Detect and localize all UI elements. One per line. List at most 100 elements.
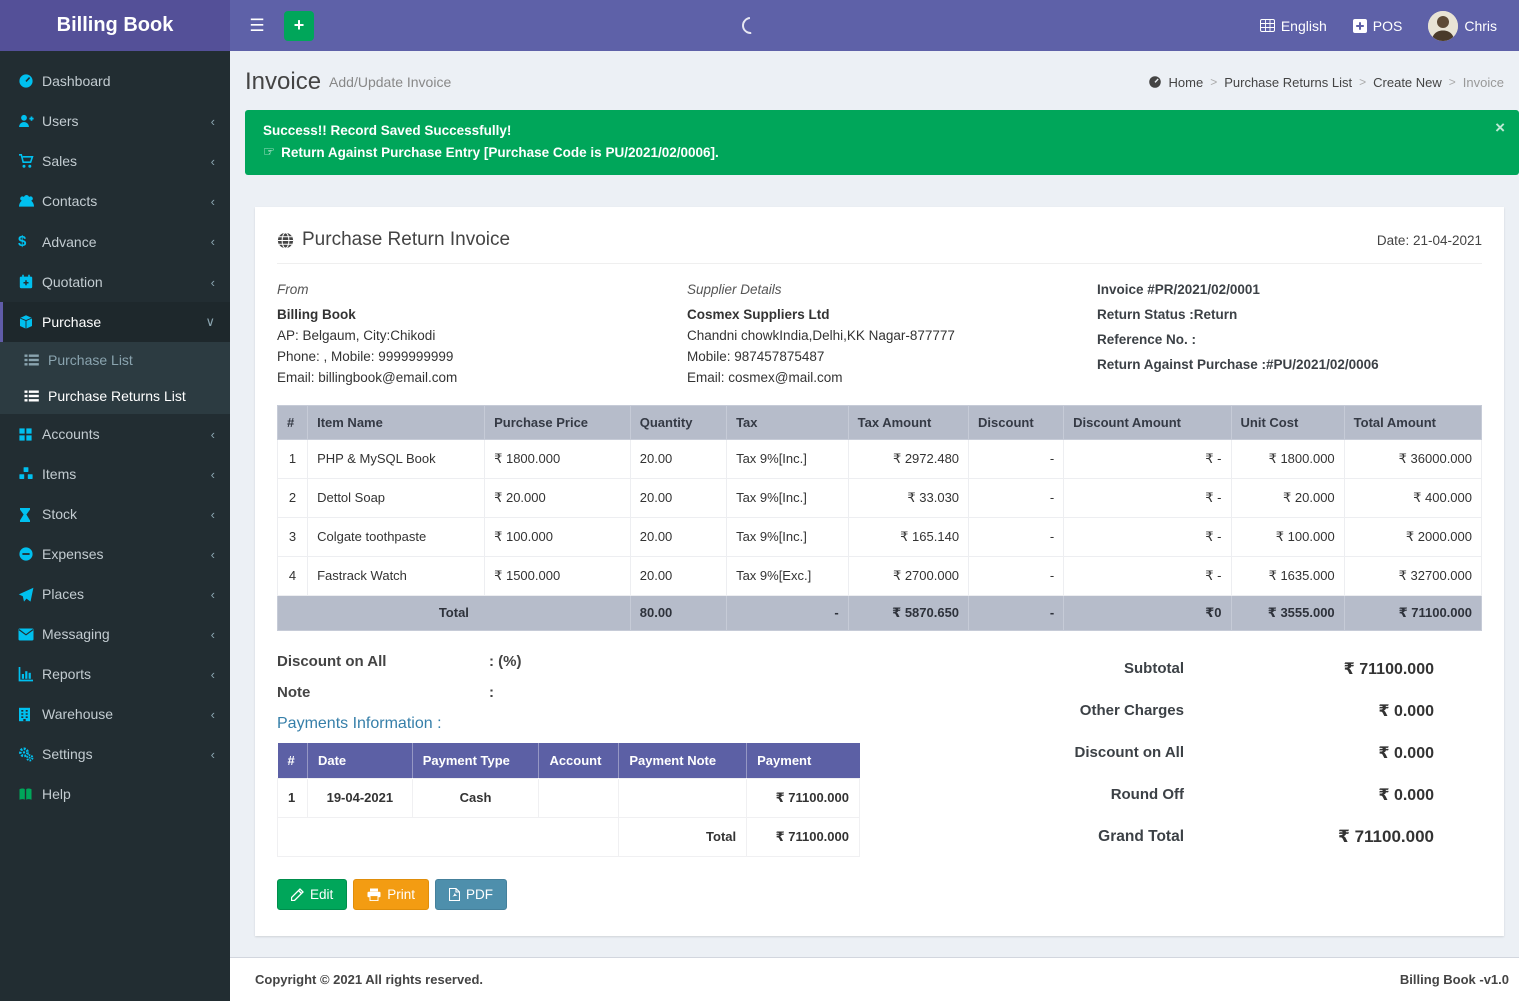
supplier-address: Chandni chowkIndia,Delhi,KK Nagar-877777	[687, 326, 1097, 347]
list-icon	[24, 389, 48, 403]
payments-information-title: Payments Information :	[277, 715, 897, 733]
language-label: English	[1281, 18, 1327, 34]
sidebar-item-settings[interactable]: Settings ‹	[0, 734, 230, 774]
supplier-mobile: Mobile: 987457875487	[687, 347, 1097, 368]
from-name: Billing Book	[277, 305, 687, 326]
items-table: # Item Name Purchase Price Quantity Tax …	[277, 405, 1482, 631]
avatar	[1428, 11, 1458, 41]
invoice-meta-block: Invoice #PR/2021/02/0001 Return Status :…	[1097, 280, 1482, 389]
note-row: Note :	[277, 684, 897, 701]
pdf-button[interactable]: PDF	[435, 879, 507, 910]
sidebar-item-stock[interactable]: Stock ‹	[0, 494, 230, 534]
sidebar: Dashboard Users ‹ Sales ‹ Contacts ‹ $ A…	[0, 51, 230, 1001]
close-icon[interactable]: ×	[1495, 118, 1505, 138]
plus-square-icon	[1353, 19, 1367, 33]
gears-icon	[18, 746, 42, 762]
username-label: Chris	[1464, 18, 1497, 34]
summary-discount-on-all: Discount on All ₹ 0.000	[897, 743, 1434, 763]
sidebar-item-help[interactable]: Help	[0, 774, 230, 814]
sidebar-item-warehouse[interactable]: Warehouse ‹	[0, 694, 230, 734]
invoice-title-wrap: Purchase Return Invoice	[277, 229, 510, 251]
sidebar-item-reports[interactable]: Reports ‹	[0, 654, 230, 694]
discount-on-all-row: Discount on All : (%)	[277, 653, 897, 670]
summary-other-charges: Other Charges ₹ 0.000	[897, 701, 1434, 721]
sidebar-item-advance[interactable]: $ Advance ‹	[0, 221, 230, 262]
supplier-name: Cosmex Suppliers Ltd	[687, 305, 1097, 326]
breadcrumb-create-new[interactable]: Create New	[1373, 75, 1442, 90]
sidebar-item-quotation[interactable]: Quotation ‹	[0, 262, 230, 302]
sidebar-item-dashboard[interactable]: Dashboard	[0, 61, 230, 101]
sidebar-item-items[interactable]: Items ‹	[0, 454, 230, 494]
sidebar-item-contacts[interactable]: Contacts ‹	[0, 181, 230, 221]
calendar-plus-icon	[18, 274, 42, 290]
send-icon	[18, 587, 42, 602]
hand-pointing-icon: ☞	[263, 144, 275, 160]
topbar: Billing Book ☰ + English POS Chris	[0, 0, 1519, 51]
sidebar-item-users[interactable]: Users ‹	[0, 101, 230, 141]
summary-panel: Subtotal ₹ 71100.000 Other Charges ₹ 0.0…	[897, 653, 1482, 910]
success-alert: Success!! Record Saved Successfully! ☞ R…	[245, 110, 1519, 175]
table-row: 2 Dettol Soap ₹ 20.000 20.00 Tax 9%[Inc.…	[278, 478, 1482, 517]
breadcrumb-purchase-returns-list[interactable]: Purchase Returns List	[1224, 75, 1352, 90]
cube-icon	[18, 314, 42, 330]
reference-no: Reference No. :	[1097, 330, 1482, 351]
items-total-row: Total 80.00 - ₹ 5870.650 - ₹0 ₹ 3555.000…	[278, 595, 1482, 630]
hourglass-icon	[18, 507, 42, 522]
copyright-text: Copyright © 2021 All rights reserved.	[255, 972, 483, 987]
from-phone: Phone: , Mobile: 9999999999	[277, 347, 687, 368]
flag-icon	[1260, 19, 1275, 32]
summary-grand-total: Grand Total ₹ 71100.000	[897, 827, 1434, 847]
edit-button[interactable]: Edit	[277, 879, 347, 910]
globe-icon	[277, 232, 294, 249]
sidebar-item-places[interactable]: Places ‹	[0, 574, 230, 614]
home-icon	[1148, 75, 1162, 89]
footer: Copyright © 2021 All rights reserved. Bi…	[230, 957, 1519, 1001]
sidebar-item-purchase[interactable]: Purchase ∨	[0, 302, 230, 342]
user-menu[interactable]: Chris	[1428, 11, 1497, 41]
quick-add-button[interactable]: +	[284, 11, 314, 41]
payment-row: 1 19-04-2021 Cash ₹ 71100.000	[278, 778, 860, 817]
printer-icon	[367, 888, 381, 901]
table-row: 4 Fastrack Watch ₹ 1500.000 20.00 Tax 9%…	[278, 556, 1482, 595]
dollar-icon: $	[18, 233, 42, 250]
cubes-icon	[18, 466, 42, 482]
from-email: Email: billingbook@email.com	[277, 368, 687, 389]
sidebar-subitem-purchase-list[interactable]: Purchase List	[0, 342, 230, 378]
invoice-title: Purchase Return Invoice	[302, 229, 510, 251]
items-table-header: # Item Name Purchase Price Quantity Tax …	[278, 405, 1482, 439]
summary-subtotal: Subtotal ₹ 71100.000	[897, 659, 1434, 679]
print-button[interactable]: Print	[353, 879, 429, 910]
language-selector[interactable]: English	[1260, 18, 1327, 34]
pos-button[interactable]: POS	[1353, 18, 1403, 34]
sidebar-subitem-purchase-returns-list[interactable]: Purchase Returns List	[0, 378, 230, 414]
users-group-icon	[18, 193, 42, 209]
sidebar-item-sales[interactable]: Sales ‹	[0, 141, 230, 181]
app-logo[interactable]: Billing Book	[0, 0, 230, 51]
sidebar-item-messaging[interactable]: Messaging ‹	[0, 614, 230, 654]
breadcrumb-home[interactable]: Home	[1169, 75, 1204, 90]
cart-icon	[18, 153, 42, 169]
bar-chart-icon	[18, 666, 42, 682]
app-version: Billing Book -v1.0	[1400, 972, 1509, 987]
loading-spinner-icon	[739, 14, 763, 38]
return-status: Return Status :Return	[1097, 305, 1482, 326]
sidebar-item-accounts[interactable]: Accounts ‹	[0, 414, 230, 454]
user-plus-icon	[18, 113, 42, 129]
supplier-block: Supplier Details Cosmex Suppliers Ltd Ch…	[687, 280, 1097, 389]
from-block: From Billing Book AP: Belgaum, City:Chik…	[277, 280, 687, 389]
minus-circle-icon	[18, 546, 42, 562]
dashboard-icon	[18, 73, 42, 89]
sidebar-item-expenses[interactable]: Expenses ‹	[0, 534, 230, 574]
payments-table-header: # Date Payment Type Account Payment Note…	[278, 743, 860, 779]
breadcrumb: Home > Purchase Returns List > Create Ne…	[1148, 75, 1519, 90]
invoice-date: Date: 21-04-2021	[1377, 233, 1482, 248]
alert-line2: Return Against Purchase Entry [Purchase …	[281, 145, 719, 160]
pencil-icon	[291, 888, 304, 901]
sidebar-toggle-icon[interactable]: ☰	[240, 16, 274, 36]
page-subtitle: Add/Update Invoice	[329, 74, 451, 90]
payments-total-row: Total ₹ 71100.000	[278, 817, 860, 856]
table-row: 1 PHP & MySQL Book ₹ 1800.000 20.00 Tax …	[278, 439, 1482, 478]
return-against-purchase: Return Against Purchase :#PU/2021/02/000…	[1097, 355, 1482, 376]
grid-icon	[18, 427, 42, 442]
page-title: Invoice	[245, 68, 321, 96]
